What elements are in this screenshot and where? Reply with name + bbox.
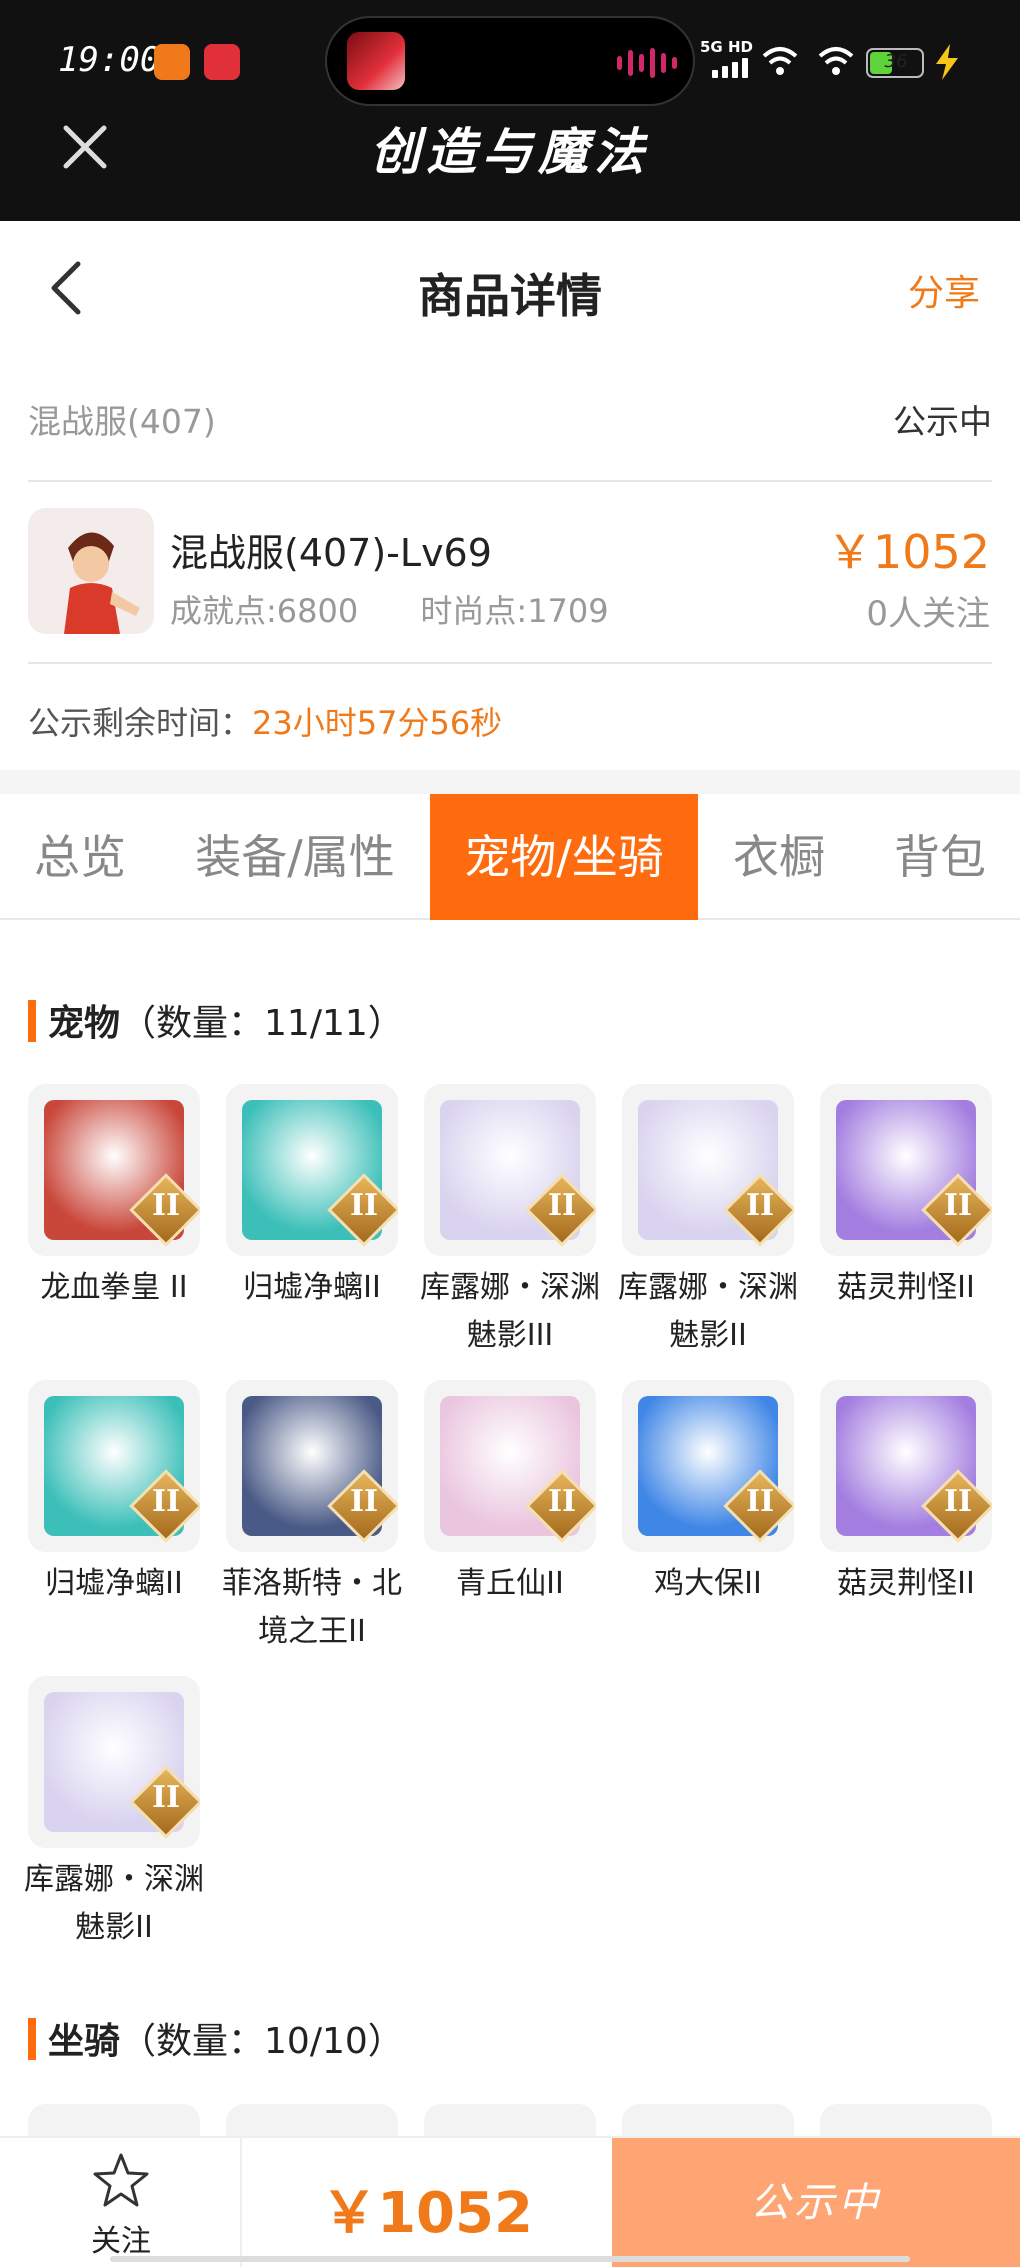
pet-image: II (28, 1676, 200, 1848)
notification-app-icon (204, 44, 240, 80)
character-avatar (28, 508, 154, 634)
listing-price: ￥1052 (826, 525, 990, 579)
pet-tile[interactable]: II 菇灵荆怪II (820, 1084, 992, 1312)
follow-button[interactable]: 关注 (0, 2138, 242, 2267)
pet-name: 归墟净螭II (243, 1270, 381, 1305)
section-gap (0, 770, 1020, 794)
tier-badge-label: II (151, 1780, 181, 1815)
share-button[interactable]: 分享 (908, 264, 980, 316)
pet-tile[interactable]: II 库露娜・深渊魅影II (618, 1084, 798, 1360)
app-icon (347, 32, 405, 90)
pet-tile[interactable]: II 青丘仙II (424, 1380, 596, 1608)
listing-status: 公示中 (893, 402, 992, 441)
pet-tile[interactable]: II 鸡大保II (622, 1380, 794, 1608)
charging-icon (936, 44, 958, 80)
divider (28, 480, 992, 482)
divider (28, 662, 992, 664)
pets-count: （数量：11/11） (120, 1003, 404, 1044)
bottom-price: ￥1052 (321, 2181, 533, 2246)
character-portrait-icon (28, 508, 154, 634)
top-bar: 19:00 5G HD 36 创造与魔法 (0, 0, 1020, 221)
follower-count: 0人关注 (866, 594, 990, 634)
tier-badge-label: II (349, 1484, 379, 1519)
pet-tile[interactable]: II 龙血拳皇 II (28, 1084, 200, 1312)
network-label: 5G HD (700, 38, 753, 56)
wifi-icon (762, 47, 798, 75)
tab-bag[interactable]: 背包 (860, 794, 1020, 920)
remaining-time: 公示剩余时间：23小时57分56秒 (28, 698, 502, 744)
pet-name: 龙血拳皇 II (40, 1270, 188, 1305)
follow-label: 关注 (91, 2224, 151, 2259)
pet-tile[interactable]: II 归墟净螭II (28, 1380, 200, 1608)
pets-section-header: 宠物（数量：11/11） (28, 994, 404, 1046)
tab-wardrobe[interactable]: 衣橱 (698, 794, 860, 920)
pet-name: 青丘仙II (456, 1566, 564, 1601)
audio-wave-icon (617, 48, 677, 78)
tier-badge-label: II (547, 1484, 577, 1519)
pet-image: II (226, 1084, 398, 1256)
wifi-icon (818, 47, 854, 75)
server-row: 混战服(407) 公示中 (28, 395, 992, 441)
tier-badge-label: II (151, 1484, 181, 1519)
character-name: 混战服(407)-Lv69 (170, 531, 492, 575)
pet-name: 库露娜・深渊魅影II (24, 1862, 204, 1945)
fashion-points: 时尚点:1709 (420, 592, 609, 630)
pet-image: II (622, 1380, 794, 1552)
publicity-status-button[interactable]: 公示中 (612, 2138, 1020, 2267)
tab-equipment[interactable]: 装备/属性 (160, 794, 430, 920)
pet-tile[interactable]: II 库露娜・深渊魅影II (24, 1676, 204, 1952)
mounts-title: 坐骑 (48, 2021, 121, 2062)
pet-name: 菇灵荆怪II (837, 1566, 975, 1601)
pet-image: II (226, 1380, 398, 1552)
mounts-count: （数量：10/10） (120, 2021, 404, 2062)
pet-image: II (424, 1380, 596, 1552)
status-time: 19:00 (58, 40, 161, 80)
tab-overview[interactable]: 总览 (0, 794, 160, 920)
pet-tile[interactable]: II 菲洛斯特・北境之王II (222, 1380, 402, 1656)
battery-icon: 36 (866, 48, 924, 78)
pets-title: 宠物 (48, 1003, 121, 1044)
page: 19:00 5G HD 36 创造与魔法 商品详情 分享 混战服(407) 公示… (0, 0, 1020, 2267)
pet-name: 库露娜・深渊魅影III (420, 1270, 600, 1353)
tier-badge-label: II (547, 1188, 577, 1223)
pet-name: 菇灵荆怪II (837, 1270, 975, 1305)
character-stats: 成就点:6800 时尚点:1709 (170, 586, 661, 632)
signal-icon (712, 58, 748, 78)
page-title: 商品详情 (418, 269, 602, 323)
pet-image: II (820, 1084, 992, 1256)
pet-image: II (622, 1084, 794, 1256)
tier-badge-label: II (943, 1188, 973, 1223)
pet-name: 鸡大保II (654, 1566, 762, 1601)
battery-level: 36 (884, 51, 908, 72)
tier-badge-label: II (745, 1188, 775, 1223)
server-name: 混战服(407) (28, 402, 216, 441)
tier-badge-label: II (151, 1188, 181, 1223)
remaining-time-value: 23小时57分56秒 (252, 704, 503, 742)
mounts-section-header: 坐骑（数量：10/10） (28, 2012, 404, 2064)
remaining-time-label: 公示剩余时间： (28, 704, 253, 742)
pet-name: 库露娜・深渊魅影II (618, 1270, 798, 1353)
pet-image: II (28, 1084, 200, 1256)
pet-tile[interactable]: II 库露娜・深渊魅影III (420, 1084, 600, 1360)
pet-image: II (820, 1380, 992, 1552)
tab-bar: 总览 装备/属性 宠物/坐骑 衣橱 背包 (0, 794, 1020, 920)
pet-name: 菲洛斯特・北境之王II (222, 1566, 402, 1649)
pet-image: II (424, 1084, 596, 1256)
star-icon (93, 2153, 149, 2207)
tier-badge-label: II (349, 1188, 379, 1223)
tab-pets-mounts[interactable]: 宠物/坐骑 (430, 794, 698, 920)
pet-tile[interactable]: II 归墟净螭II (226, 1084, 398, 1312)
dynamic-island[interactable] (325, 16, 695, 106)
app-title: 创造与魔法 (370, 122, 650, 181)
pet-tile[interactable]: II 菇灵荆怪II (820, 1380, 992, 1608)
bottom-action-bar: 关注 ￥1052 公示中 (0, 2136, 1020, 2267)
achievement-points: 成就点:6800 (170, 592, 359, 630)
pet-image: II (28, 1380, 200, 1552)
notification-app-icon (154, 44, 190, 80)
tier-badge-label: II (943, 1484, 973, 1519)
tier-badge-label: II (745, 1484, 775, 1519)
pet-name: 归墟净螭II (45, 1566, 183, 1601)
home-indicator (110, 2256, 910, 2262)
